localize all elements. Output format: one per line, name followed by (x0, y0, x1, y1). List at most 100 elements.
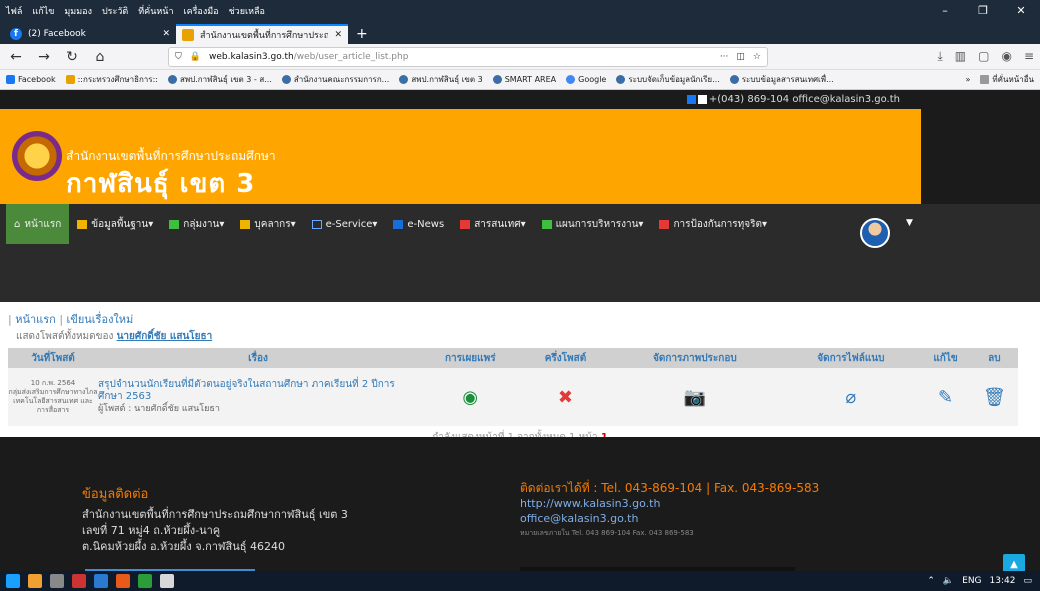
chevron-down-icon[interactable]: ▼ (906, 218, 913, 228)
top-contact-bar: +(043) 869-104 office@kalasin3.go.th (0, 90, 1040, 109)
nav-anti-corruption[interactable]: การป้องกันการทุจริต▾ (651, 204, 775, 244)
trash-icon[interactable]: 🗑 (983, 387, 1006, 408)
tab-kalasin[interactable]: สำนักงานเขตพื้นที่การศึกษาประถมศึก ✕ (176, 24, 348, 44)
sidebar-icon[interactable]: ▢ (978, 49, 989, 64)
clock[interactable]: 13:42 (990, 576, 1016, 586)
extension-icon[interactable]: ◉ (1001, 49, 1011, 64)
tab-facebook[interactable]: f (2) Facebook ✕ (4, 24, 176, 44)
library-icon[interactable]: ▥ (955, 49, 966, 64)
camera-icon[interactable]: 📷 (684, 387, 706, 408)
nav-workgroups[interactable]: กลุ่มงาน▾ (161, 204, 232, 244)
nav-basic-info[interactable]: ข้อมูลพื้นฐาน▾ (69, 204, 161, 244)
chevron-up-icon[interactable]: ⌃ (927, 576, 935, 586)
menu-edit[interactable]: แก้ไข (32, 4, 54, 18)
bookmark-item[interactable]: Facebook (6, 75, 56, 84)
col-publish: การเผยแพร่ (418, 348, 523, 368)
paperclip-icon[interactable]: ⌀ (845, 387, 856, 408)
taskbar-app-icon[interactable] (72, 574, 86, 588)
book-icon (169, 219, 180, 229)
main-content: | หน้าแรก | เขียนเรื่องใหม่ แสดงโพสต์ทั้… (0, 310, 1040, 445)
menu-file[interactable]: ไฟล์ (6, 4, 22, 18)
language-indicator[interactable]: ENG (962, 576, 981, 586)
post-title[interactable]: สรุปจำนวนนักเรียนที่มีตัวตนอยู่จริงในสถา… (98, 379, 418, 403)
taskbar-app-icon[interactable] (50, 574, 64, 588)
breadcrumb-new-post[interactable]: เขียนเรื่องใหม่ (67, 313, 134, 326)
bookmark-item[interactable]: สพป.กาฬสินธุ์ เขต 3 - ส... (167, 73, 272, 86)
eye-icon[interactable]: ◉ (462, 387, 478, 408)
taskbar-app-icon[interactable] (94, 574, 108, 588)
chevron-right-icon[interactable]: » (965, 75, 970, 84)
minimize-icon[interactable]: – (926, 0, 964, 22)
bookmark-item[interactable]: สพป.กาฬสินธุ์ เขต 3 (399, 73, 483, 86)
url-bar[interactable]: ⛉ 🔒 web.kalasin3.go.th/web/user_article_… (168, 46, 768, 67)
bookmark-item[interactable]: ::กระทรวงศึกษาธิการ:: (65, 73, 158, 86)
obec-logo[interactable] (12, 131, 62, 181)
footer-contact-info: ข้อมูลติดต่อ สำนักงานเขตพื้นที่การศึกษาป… (82, 487, 348, 555)
notification-icon[interactable]: ▭ (1023, 576, 1032, 586)
menu-help[interactable]: ช่วยเหลือ (229, 4, 265, 18)
banner-title: กาฬสินธุ์ เขต 3 (66, 169, 256, 199)
col-attachments: จัดการไฟล์แนบ (781, 348, 921, 368)
folder-icon (77, 219, 88, 229)
nav-management-plan[interactable]: แผนการบริหารงาน▾ (534, 204, 652, 244)
nav-enews[interactable]: e-News (385, 204, 452, 244)
navigation-toolbar: ← → ↻ ⌂ ⛉ 🔒 web.kalasin3.go.th/web/user_… (0, 44, 1040, 70)
footer-website-link[interactable]: http://www.kalasin3.go.th (520, 496, 819, 511)
bookmark-item[interactable]: SMART AREA (492, 75, 556, 84)
bookmark-item[interactable]: สำนักงานคณะกรรมการก... (281, 73, 389, 86)
browser-menubar: ไฟล์ แก้ไข มุมมอง ประวัติ ที่คั่นหน้า เค… (0, 0, 1040, 22)
posts-table: วันที่โพสต์ เรื่อง การเผยแพร่ ครึ่งโพสต์… (8, 348, 1018, 426)
close-tab-icon[interactable]: ✕ (334, 30, 342, 40)
author-link[interactable]: นายศักดิ์ชัย แสนโยธา (117, 331, 213, 342)
menu-tools[interactable]: เครื่องมือ (184, 4, 219, 18)
facebook-icon[interactable] (686, 94, 696, 104)
system-tray: ⌃ 🔈 ENG 13:42 ▭ (927, 576, 1040, 586)
reload-icon[interactable]: ↻ (62, 47, 82, 67)
footer-address-1: เลขที่ 71 หมู่4 ถ.ห้วยผึ้ง-นาคู (82, 524, 221, 537)
globe-icon (492, 75, 502, 84)
windows-start-icon[interactable] (6, 574, 20, 588)
nav-personnel[interactable]: บุคลากร▾ (232, 204, 303, 244)
post-author: ผู้โพสต์ : นายศักดิ์ชัย แสนโยธา (98, 404, 220, 414)
taskbar-app-icon[interactable] (138, 574, 152, 588)
nav-information[interactable]: สารสนเทศ▾ (452, 204, 533, 244)
site-banner: สำนักงานเขตพื้นที่การศึกษาประถมศึกษา กาฬ… (0, 109, 1040, 204)
taskbar-app-icon[interactable] (28, 574, 42, 588)
breadcrumb: | หน้าแรก | เขียนเรื่องใหม่ (8, 313, 134, 326)
shield-icon[interactable]: ⛉ (175, 52, 182, 62)
edit-icon[interactable]: ✎ (938, 387, 953, 408)
back-icon[interactable]: ← (6, 47, 26, 67)
download-icon[interactable]: ⤓ (937, 49, 942, 64)
lock-icon[interactable]: 🔒 (190, 52, 201, 62)
maximize-icon[interactable]: ❐ (964, 0, 1002, 22)
pin-off-icon[interactable]: ✖ (558, 387, 573, 408)
menu-history[interactable]: ประวัติ (102, 4, 128, 18)
close-window-icon[interactable]: ✕ (1002, 0, 1040, 22)
new-tab-icon[interactable]: + (356, 24, 368, 44)
taskbar-app-icon[interactable] (160, 574, 174, 588)
menu-hamburger-icon[interactable]: ≡ (1024, 49, 1034, 64)
col-images: จัดการภาพประกอบ (608, 348, 782, 368)
pocket-icon[interactable]: ◫ (736, 52, 745, 62)
taskbar-app-icon[interactable] (116, 574, 130, 588)
menu-view[interactable]: มุมมอง (64, 4, 92, 18)
close-tab-icon[interactable]: ✕ (162, 29, 170, 39)
bookmark-item[interactable]: Google (566, 75, 606, 84)
bookmark-item[interactable]: ระบบจัดเก็บข้อมูลนักเรีย... (616, 73, 720, 86)
alert-icon (659, 219, 670, 229)
avatar[interactable] (860, 218, 890, 248)
bookmark-star-icon[interactable]: ☆ (753, 52, 761, 62)
menu-bookmarks[interactable]: ที่คั่นหน้า (138, 4, 173, 18)
breadcrumb-home[interactable]: หน้าแรก (15, 313, 56, 326)
footer-email-link[interactable]: office@kalasin3.go.th (520, 511, 819, 526)
bookmark-item[interactable]: ระบบข้อมูลสารสนเทศเพื่... (729, 73, 834, 86)
footer-address-2: ต.นิคมห้วยผึ้ง อ.ห้วยผึ้ง จ.กาฬสินธุ์ 46… (82, 540, 285, 553)
home-icon[interactable]: ⌂ (90, 47, 110, 67)
forward-icon[interactable]: → (34, 47, 54, 67)
other-bookmarks[interactable]: ที่คั่นหน้าอื่น (980, 73, 1034, 86)
site-icon (182, 29, 194, 41)
volume-icon[interactable]: 🔈 (943, 576, 954, 586)
nav-eservice[interactable]: e-Service▾ (304, 204, 386, 244)
page-actions-icon[interactable]: ··· (720, 52, 729, 62)
nav-home[interactable]: ⌂ หน้าแรก (6, 204, 70, 244)
